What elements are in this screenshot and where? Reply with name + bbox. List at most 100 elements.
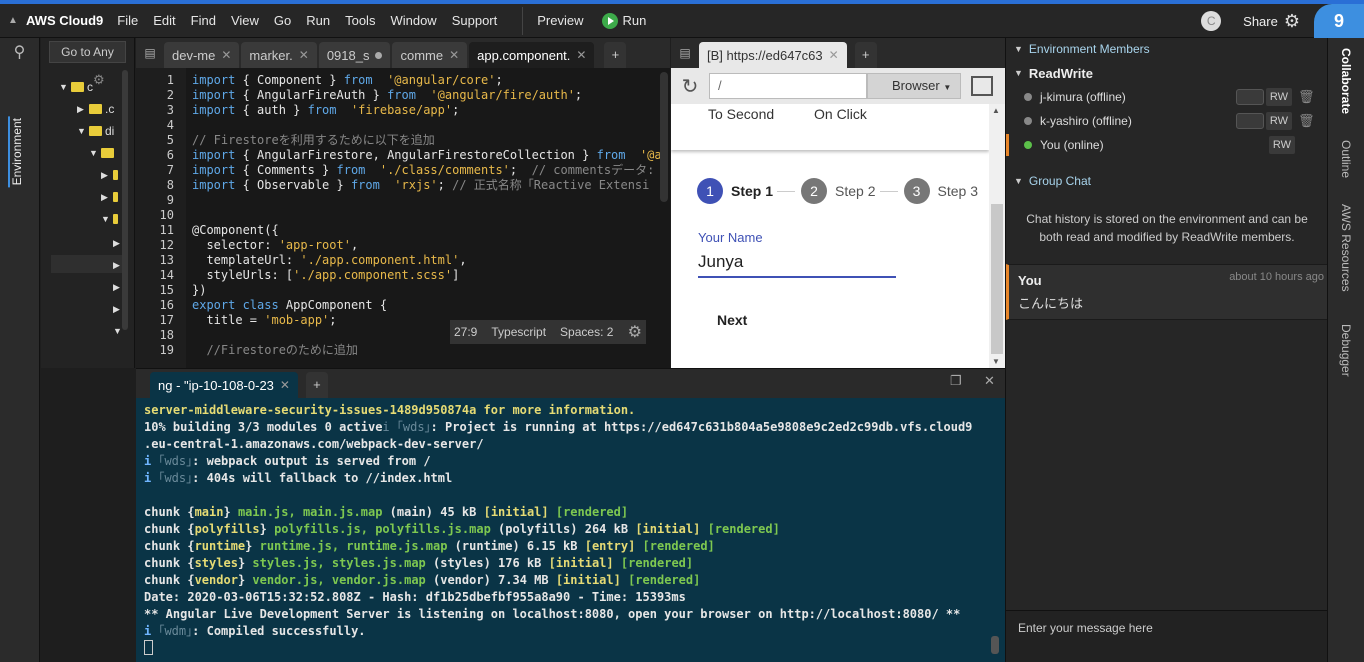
preview-button[interactable]: Preview — [537, 13, 583, 28]
section-title: Group Chat — [1028, 174, 1091, 188]
terminal-token: ｢wdm｣ — [151, 624, 193, 638]
terminal-line: Date: 2020-03-06T15:32:52.808Z - Hash: d… — [144, 589, 686, 606]
members-section-header[interactable]: ▼ Environment Members — [1006, 38, 1328, 60]
tab-outline[interactable]: Outline — [1339, 140, 1353, 178]
scroll-down-icon[interactable]: ▼ — [992, 357, 1000, 366]
code-token: // Firestoreを利用するために以下を追加 — [192, 133, 435, 147]
editor-tab[interactable]: comme ✕ — [392, 42, 468, 68]
indent-setting[interactable]: Spaces: 2 — [560, 325, 613, 339]
code-editor[interactable]: 1 2 3 4 5 6 7 8 9 10 11 12 13 14 15 16 17 18 19 import { C… — [136, 68, 670, 368]
menu-run[interactable]: Run — [306, 13, 330, 28]
browser-select[interactable]: Browser ▼ — [867, 73, 961, 99]
next-button[interactable]: Next — [717, 312, 747, 328]
close-icon[interactable]: ✕ — [449, 48, 459, 62]
permission-toggle[interactable] — [1236, 113, 1264, 129]
tab-debugger[interactable]: Debugger — [1339, 324, 1353, 377]
scroll-thumb[interactable] — [991, 204, 1003, 354]
close-icon[interactable]: ✕ — [576, 48, 586, 62]
new-tab-button[interactable]: + — [604, 42, 627, 68]
share-button[interactable]: Share — [1243, 14, 1278, 29]
menu-tools[interactable]: Tools — [345, 13, 375, 28]
tab-menu-icon[interactable]: ▤ — [136, 38, 164, 68]
code-token: { Comments } — [242, 163, 337, 177]
language-mode[interactable]: Typescript — [491, 325, 546, 339]
search-icon[interactable]: ⚲ — [0, 42, 39, 62]
cursor-position[interactable]: 27:9 — [454, 325, 477, 339]
tree-item[interactable]: ▶ — [101, 186, 121, 208]
popout-icon[interactable] — [971, 76, 993, 96]
editor-tab[interactable]: dev-me ✕ — [164, 42, 240, 68]
terminal-token: [initial] — [483, 505, 549, 519]
tree-item[interactable]: ▼ c — [59, 76, 93, 98]
terminal-token: (runtime) 6.15 kB — [447, 539, 585, 553]
close-icon[interactable]: ✕ — [299, 48, 309, 62]
chat-input[interactable]: Enter your message here — [1006, 610, 1328, 662]
browser-tab[interactable]: [B] https://ed647c63 ✕ — [699, 42, 847, 68]
terminal-token: i ｢wds｣ — [382, 420, 431, 434]
terminal-token: } — [245, 539, 260, 553]
tab-collaborate[interactable]: Collaborate — [1339, 48, 1353, 114]
rw-badge[interactable]: RW — [1266, 112, 1292, 130]
terminal-scrollbar[interactable] — [991, 636, 999, 654]
editor-scrollbar[interactable] — [660, 72, 668, 202]
cloud9-logo[interactable]: 9 — [1314, 4, 1364, 38]
run-button[interactable]: Run — [601, 12, 646, 29]
unsaved-dot-icon[interactable] — [375, 51, 383, 59]
trash-icon[interactable]: 🗑 — [1298, 113, 1315, 129]
tree-item[interactable]: ▼ — [101, 208, 121, 230]
group-chat-header[interactable]: ▼ Group Chat — [1006, 170, 1328, 192]
maximize-icon[interactable]: ❐ — [950, 373, 962, 389]
menu-find[interactable]: Find — [191, 13, 216, 28]
gear-icon[interactable]: ⚙ — [1284, 11, 1300, 32]
step-1[interactable]: 1 Step 1 — [697, 178, 796, 204]
editor-tab[interactable]: 0918_s — [318, 42, 391, 68]
tree-settings-icon[interactable]: ⚙ — [93, 72, 105, 88]
step-2[interactable]: 2 Step 2 — [801, 178, 898, 204]
tab-menu-icon[interactable]: ▤ — [671, 38, 699, 68]
tree-item[interactable]: ▶ .c — [77, 98, 114, 120]
url-input[interactable]: / — [709, 73, 867, 99]
app-brand[interactable]: AWS Cloud9 — [26, 13, 103, 28]
to-second-link[interactable]: To Second — [708, 106, 774, 122]
avatar[interactable]: C — [1201, 11, 1222, 31]
tree-item[interactable]: ▼ di — [77, 120, 114, 142]
menu-file[interactable]: File — [117, 13, 138, 28]
trash-icon[interactable]: 🗑 — [1298, 89, 1315, 105]
code-token: AppComponent { — [285, 298, 388, 312]
collapse-menu-icon[interactable]: ▲ — [0, 15, 26, 26]
tree-scrollbar[interactable] — [122, 70, 128, 330]
close-panel-icon[interactable]: ✕ — [984, 373, 995, 389]
go-to-any-button[interactable]: Go to Any — [49, 41, 126, 63]
terminal-tab[interactable]: ng - "ip-10-108-0-23 ✕ — [150, 372, 298, 398]
terminal-token: 10% building 3/3 modules 0 active — [144, 420, 383, 434]
reload-icon[interactable]: ↻ — [671, 74, 709, 99]
editor-tab[interactable]: marker. ✕ — [241, 42, 317, 68]
gear-icon[interactable]: ⚙ — [628, 322, 642, 342]
environment-tab[interactable]: Environment — [8, 116, 24, 188]
permission-toggle[interactable] — [1236, 89, 1264, 105]
close-icon[interactable]: ✕ — [829, 48, 839, 62]
new-terminal-button[interactable]: + — [305, 372, 328, 398]
browser-scrollbar[interactable]: ▲ ▼ — [989, 104, 1005, 368]
editor-tab-active[interactable]: app.component. ✕ — [469, 42, 595, 68]
tab-aws-resources[interactable]: AWS Resources — [1339, 204, 1353, 292]
close-icon[interactable]: ✕ — [221, 48, 231, 62]
scroll-up-icon[interactable]: ▲ — [992, 106, 1000, 115]
menu-support[interactable]: Support — [452, 13, 498, 28]
menu-window[interactable]: Window — [390, 13, 436, 28]
line-number: 15 — [159, 283, 174, 297]
close-icon[interactable]: ✕ — [280, 378, 290, 392]
menu-edit[interactable]: Edit — [153, 13, 175, 28]
on-click-link[interactable]: On Click — [814, 106, 867, 122]
menu-go[interactable]: Go — [274, 13, 291, 28]
step-3[interactable]: 3 Step 3 — [903, 178, 978, 204]
menu-view[interactable]: View — [231, 13, 259, 28]
terminal-output[interactable]: server-middleware-security-issues-1489d9… — [136, 398, 1005, 662]
tree-item[interactable]: ▼ — [89, 142, 117, 164]
readwrite-header[interactable]: ▼ ReadWrite — [1006, 62, 1328, 84]
new-tab-button[interactable]: + — [854, 42, 877, 68]
name-input[interactable]: Junya — [698, 252, 896, 278]
tree-item[interactable]: ▶ — [101, 164, 121, 186]
terminal-token: [initial] — [555, 573, 621, 587]
rw-badge[interactable]: RW — [1266, 88, 1292, 106]
